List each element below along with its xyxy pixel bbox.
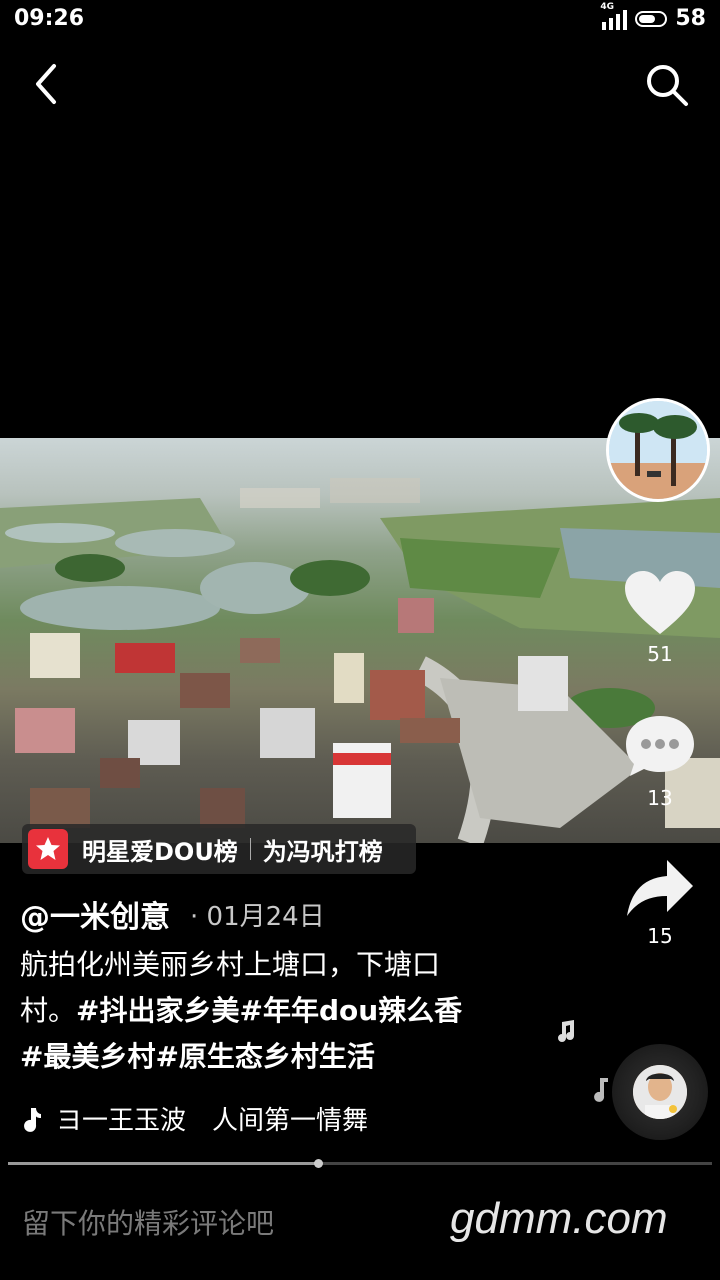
music-note-icon [24, 1107, 41, 1132]
share-count: 15 [647, 924, 673, 948]
status-icons: 4G 58 [600, 2, 706, 32]
description-line-1: 航拍化州美丽乡村上塘口，下塘口 [20, 948, 441, 981]
comment-count: 13 [647, 786, 673, 810]
like-control[interactable]: 51 [600, 570, 720, 666]
description-line-2: 村。#抖出家乡美#年年dou辣么香 [20, 988, 510, 1034]
share-control[interactable]: 15 [600, 858, 720, 948]
comment-bar: 留下你的精彩评论吧 gdmm.com [0, 1180, 720, 1280]
music-info[interactable]: ヨ一王玉波 人间第一情舞 [20, 1100, 380, 1137]
hashtag-group-2[interactable]: #最美乡村#原生态乡村生活 [20, 1034, 510, 1080]
video-progress-bar[interactable] [8, 1159, 712, 1168]
star-icon [28, 829, 68, 869]
post-date: · 01月24日 [190, 902, 325, 932]
network-type: 4G [600, 1, 615, 12]
music-note-icon [558, 1020, 574, 1042]
watermark-text: gdmm.com [450, 1194, 668, 1243]
back-arrow-icon[interactable] [28, 62, 68, 106]
comment-control[interactable]: 13 [600, 712, 720, 810]
hashtag-group-1[interactable]: #抖出家乡美#年年dou辣么香 [76, 994, 462, 1027]
music-note-icon [594, 1078, 608, 1102]
music-disc[interactable] [612, 1044, 708, 1140]
progress-fill [8, 1162, 318, 1165]
like-count: 51 [647, 642, 673, 666]
description-text: 村。 [20, 994, 77, 1027]
status-time: 09:26 [14, 6, 85, 31]
status-bar: 09:26 4G 58 [0, 0, 720, 40]
ranking-label: 明星爱DOU榜 [82, 837, 238, 866]
share-icon[interactable] [625, 858, 695, 918]
music-avatar [633, 1065, 687, 1119]
ranking-action: 为冯巩打榜 [262, 837, 383, 866]
comment-input[interactable]: 留下你的精彩评论吧 [22, 1202, 274, 1242]
signal-icon: 4G [600, 2, 628, 30]
music-title: ヨ一王玉波 人间第一情舞 [56, 1106, 369, 1136]
comment-icon[interactable] [624, 712, 696, 780]
progress-knob[interactable] [313, 1159, 323, 1168]
battery-icon [635, 10, 668, 27]
ranking-badge[interactable]: 明星爱DOU榜 为冯巩打榜 [22, 824, 416, 874]
post-description: 航拍化州美丽乡村上塘口，下塘口 村。#抖出家乡美#年年dou辣么香 #最美乡村#… [20, 942, 510, 1080]
heart-icon[interactable] [623, 570, 697, 636]
creator-avatar[interactable] [606, 398, 710, 502]
author-name[interactable]: @一米创意 [20, 892, 170, 936]
top-nav [0, 56, 720, 116]
badge-divider [249, 838, 251, 860]
search-icon[interactable] [644, 62, 690, 108]
battery-level: 58 [675, 6, 706, 31]
